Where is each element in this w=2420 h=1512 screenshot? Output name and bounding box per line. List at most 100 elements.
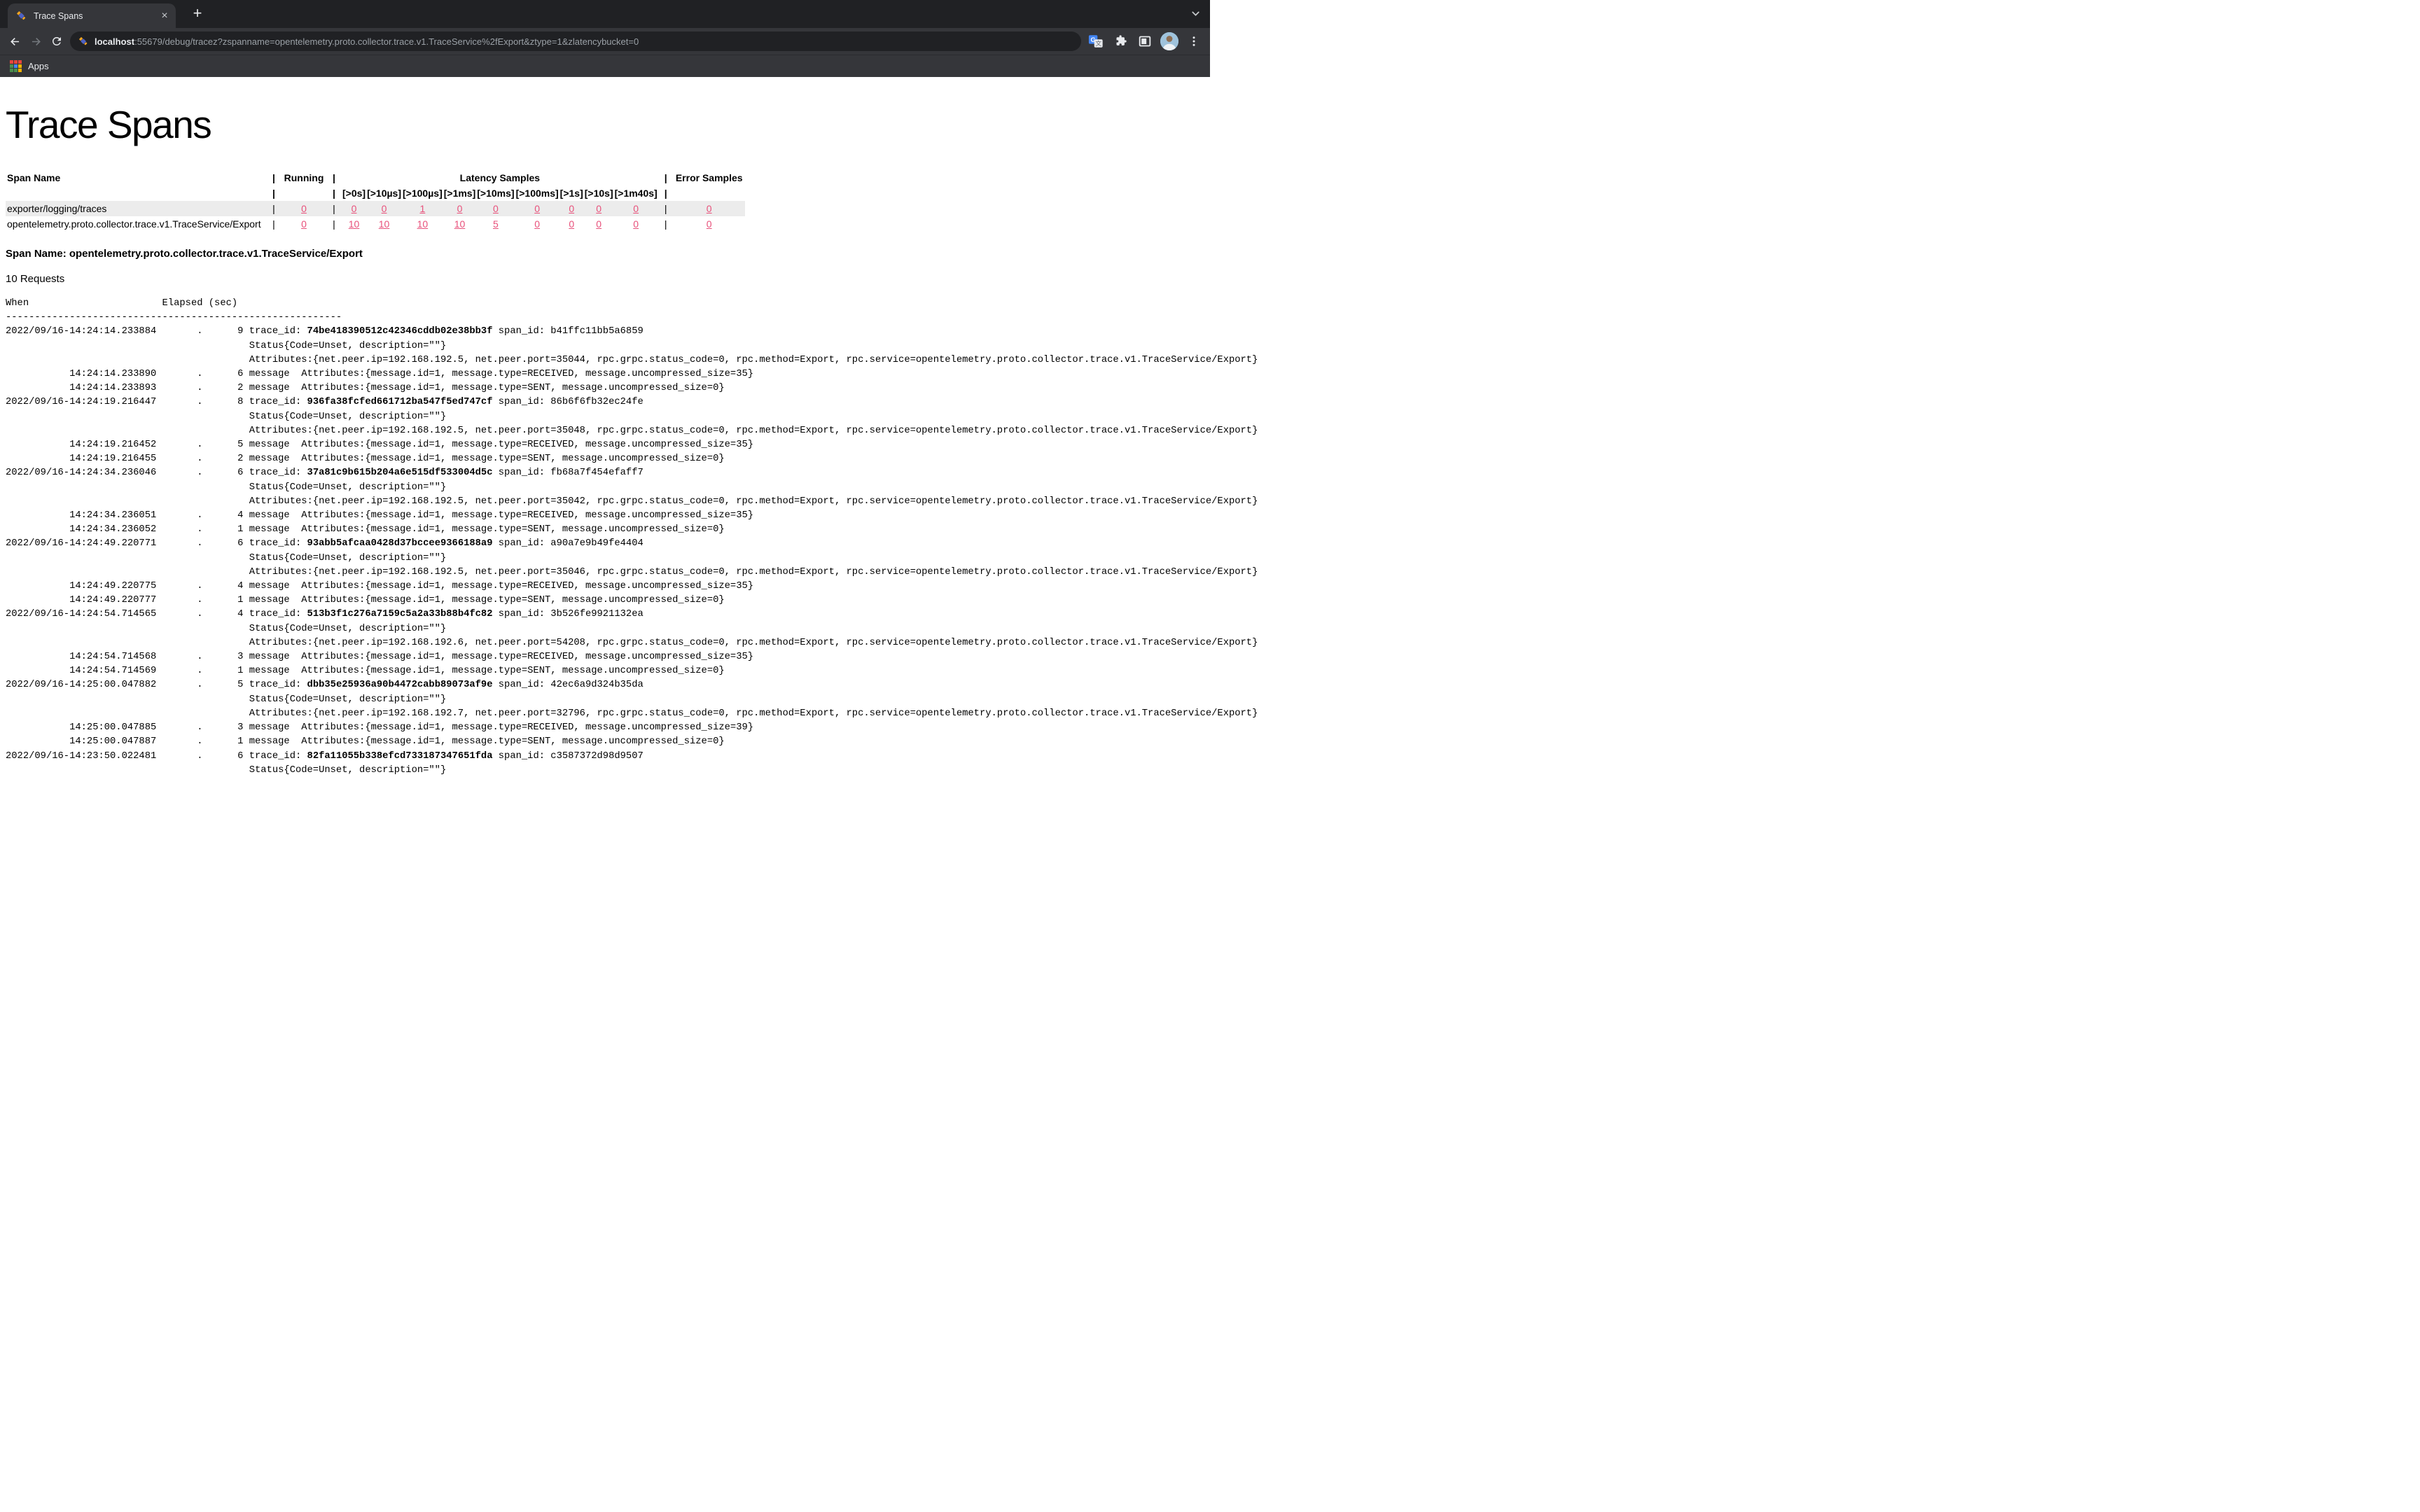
latency-bucket-link[interactable]: 0 bbox=[534, 218, 540, 230]
apps-shortcut[interactable]: Apps bbox=[28, 61, 49, 71]
latency-bucket-label: [>0s] bbox=[342, 186, 366, 201]
url-path: :55679/debug/tracez?zspanname=openteleme… bbox=[134, 36, 639, 47]
latency-bucket-cell: 0 bbox=[559, 216, 584, 232]
span-summary-row: opentelemetry.proto.collector.trace.v1.T… bbox=[6, 216, 745, 232]
trace-id: 82fa11055b338efcd733187347651fda bbox=[307, 751, 493, 762]
tab-title: Trace Spans bbox=[34, 11, 158, 21]
url-host: localhost bbox=[95, 36, 134, 47]
latency-bucket-cell: 1 bbox=[402, 201, 443, 216]
latency-bucket-link[interactable]: 0 bbox=[569, 203, 574, 214]
latency-bucket-label: [>100µs] bbox=[402, 186, 443, 201]
latency-bucket-link[interactable]: 0 bbox=[352, 203, 357, 214]
side-panel-button[interactable] bbox=[1136, 32, 1154, 50]
latency-bucket-link[interactable]: 0 bbox=[457, 203, 463, 214]
translate-button[interactable]: G 文 bbox=[1087, 32, 1105, 50]
summary-header-row: Span Name| Running| Latency Samples| Err… bbox=[6, 170, 745, 186]
latency-bucket-link[interactable]: 5 bbox=[493, 218, 499, 230]
latency-bucket-cell: 10 bbox=[443, 216, 477, 232]
column-separator: | bbox=[326, 186, 342, 201]
translate-icon: G 文 bbox=[1088, 34, 1104, 49]
running-count-link[interactable]: 0 bbox=[301, 203, 307, 214]
column-separator: | bbox=[266, 201, 281, 216]
latency-bucket-label: [>10ms] bbox=[476, 186, 515, 201]
col-span-name: Span Name bbox=[6, 170, 266, 186]
column-separator: | bbox=[658, 201, 674, 216]
tab-strip: Trace Spans × + bbox=[0, 0, 1210, 28]
latency-bucket-link[interactable]: 0 bbox=[569, 218, 574, 230]
apps-grid-icon bbox=[10, 60, 22, 72]
forward-arrow-icon bbox=[29, 35, 43, 48]
reload-button[interactable] bbox=[46, 31, 67, 52]
latency-bucket-cell: 10 bbox=[342, 216, 366, 232]
browser-tab[interactable]: Trace Spans × bbox=[8, 4, 176, 28]
col-latency-samples: Latency Samples bbox=[342, 170, 658, 186]
forward-button[interactable] bbox=[25, 31, 46, 52]
column-separator: | bbox=[326, 170, 342, 186]
latency-bucket-cell: 0 bbox=[584, 216, 614, 232]
column-separator: | bbox=[658, 170, 674, 186]
error-count-link[interactable]: 0 bbox=[707, 218, 712, 230]
latency-bucket-cell: 5 bbox=[476, 216, 515, 232]
trace-id: 513b3f1c276a7159c5a2a33b88b4fc82 bbox=[307, 609, 493, 620]
column-separator: | bbox=[266, 186, 281, 201]
latency-bucket-link[interactable]: 0 bbox=[596, 203, 601, 214]
latency-bucket-link[interactable]: 10 bbox=[454, 218, 466, 230]
latency-bucket-cell: 0 bbox=[366, 201, 402, 216]
error-count: 0 bbox=[674, 216, 745, 232]
trace-id: 936fa38fcfed661712ba547f5ed747cf bbox=[307, 397, 493, 407]
bucket-header-row: ||[>0s][>10µs][>100µs][>1ms][>10ms][>100… bbox=[6, 186, 745, 201]
new-tab-button[interactable]: + bbox=[188, 4, 207, 23]
browser-menu-button[interactable] bbox=[1185, 32, 1203, 50]
latency-bucket-link[interactable]: 10 bbox=[349, 218, 360, 230]
latency-bucket-link[interactable]: 1 bbox=[419, 203, 425, 214]
three-dot-menu-icon bbox=[1188, 35, 1200, 48]
latency-bucket-label: [>10µs] bbox=[366, 186, 402, 201]
back-button[interactable] bbox=[4, 31, 25, 52]
latency-bucket-cell: 0 bbox=[342, 201, 366, 216]
running-count-link[interactable]: 0 bbox=[301, 218, 307, 230]
latency-bucket-link[interactable]: 0 bbox=[596, 218, 601, 230]
latency-bucket-label: [>1m40s] bbox=[614, 186, 658, 201]
profile-button[interactable] bbox=[1160, 32, 1178, 50]
address-bar[interactable]: localhost:55679/debug/tracez?zspanname=o… bbox=[70, 31, 1081, 51]
error-count-link[interactable]: 0 bbox=[707, 203, 712, 214]
bookmarks-bar: Apps bbox=[0, 55, 1210, 77]
back-arrow-icon bbox=[8, 35, 22, 48]
trace-id: 37a81c9b615b204a6e515df533004d5c bbox=[307, 468, 493, 478]
page-title: Trace Spans bbox=[6, 102, 1204, 147]
latency-bucket-link[interactable]: 0 bbox=[633, 203, 639, 214]
latency-bucket-label: [>10s] bbox=[584, 186, 614, 201]
trace-id: 93abb5afcaa0428d37bccee9366188a9 bbox=[307, 538, 493, 549]
span-name-cell: exporter/logging/traces bbox=[6, 201, 266, 216]
latency-bucket-cell: 0 bbox=[614, 216, 658, 232]
latency-bucket-cell: 0 bbox=[584, 201, 614, 216]
latency-bucket-cell: 0 bbox=[614, 201, 658, 216]
column-separator: | bbox=[326, 201, 342, 216]
avatar bbox=[1160, 32, 1178, 50]
column-separator: | bbox=[266, 170, 281, 186]
extensions-button[interactable] bbox=[1111, 32, 1129, 50]
latency-bucket-cell: 0 bbox=[559, 201, 584, 216]
latency-bucket-cell: 0 bbox=[443, 201, 477, 216]
latency-bucket-link[interactable]: 0 bbox=[493, 203, 499, 214]
latency-bucket-link[interactable]: 0 bbox=[534, 203, 540, 214]
trace-id: 74be418390512c42346cddb02e38bb3f bbox=[307, 326, 493, 337]
col-running: Running bbox=[281, 170, 326, 186]
latency-bucket-link[interactable]: 10 bbox=[417, 218, 429, 230]
latency-bucket-link[interactable]: 0 bbox=[382, 203, 387, 214]
tab-favicon bbox=[16, 10, 27, 22]
col-error-samples: Error Samples bbox=[674, 170, 745, 186]
latency-bucket-label: [>100ms] bbox=[515, 186, 559, 201]
column-separator: | bbox=[326, 216, 342, 232]
puzzle-icon bbox=[1113, 34, 1127, 48]
tab-close-icon[interactable]: × bbox=[158, 9, 172, 23]
latency-bucket-cell: 10 bbox=[366, 216, 402, 232]
latency-bucket-link[interactable]: 10 bbox=[379, 218, 390, 230]
span-name-cell: opentelemetry.proto.collector.trace.v1.T… bbox=[6, 216, 266, 232]
tab-search-chevron-icon[interactable] bbox=[1190, 8, 1202, 20]
latency-bucket-link[interactable]: 0 bbox=[633, 218, 639, 230]
url-text: localhost:55679/debug/tracez?zspanname=o… bbox=[95, 36, 639, 47]
reload-icon bbox=[50, 35, 63, 48]
selected-span-name: Span Name: opentelemetry.proto.collector… bbox=[6, 248, 1204, 260]
running-count: 0 bbox=[281, 201, 326, 216]
